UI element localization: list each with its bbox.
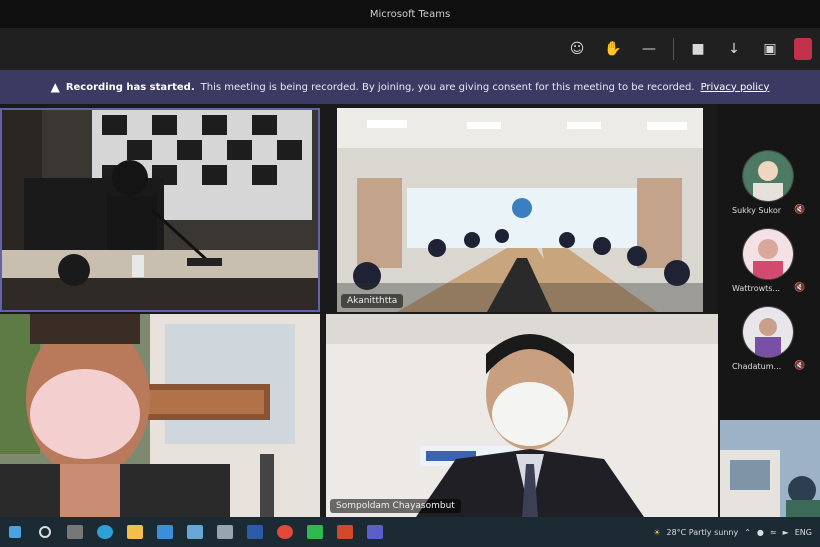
chevron-up-icon[interactable]: ⌃ <box>744 528 751 537</box>
participant-name: Sukky Sukor <box>732 206 782 215</box>
video-tile-masked-man[interactable] <box>0 314 320 517</box>
participant-name-tag: Akanitthtta <box>341 294 404 308</box>
meeting-toolbar: ☺ ✋ — ■ ↓ ▣ <box>0 28 820 70</box>
camera-icon[interactable]: ■ <box>680 34 716 64</box>
mail-icon[interactable] <box>150 517 180 547</box>
powerpoint-icon[interactable] <box>330 517 360 547</box>
task-view-icon[interactable] <box>60 517 90 547</box>
mic-off-icon[interactable]: ↓ <box>716 34 752 64</box>
participant-name: Chadatum... <box>732 362 782 371</box>
system-tray: ☀ 28°C Partly sunny ⌃ ● ≈ ► ENG <box>653 517 812 547</box>
mic-off-icon: 🔇 <box>794 283 806 293</box>
participant-item[interactable]: Wattrowts... 🔇 <box>718 228 820 308</box>
presenter-video <box>326 314 718 517</box>
video-stage: Akanitthtta Sompoldam Chayasombut <box>0 104 820 517</box>
share-icon[interactable]: ▣ <box>752 34 788 64</box>
banner-title: Recording has started. <box>65 81 195 93</box>
avatar <box>742 150 794 202</box>
volume-icon[interactable]: ► <box>783 528 789 537</box>
masked-man-video <box>0 314 320 517</box>
banner-message: This meeting is being recorded. By joini… <box>200 81 695 93</box>
participant-sidebar: Sukky Sukor 🔇 Wattrowts... 🔇 Chadatum...… <box>718 104 820 424</box>
word-icon[interactable] <box>240 517 270 547</box>
toolbar-divider <box>673 38 674 60</box>
start-icon[interactable] <box>0 517 30 547</box>
warning-icon: ▲ <box>50 80 60 94</box>
wifi-icon[interactable]: ≈ <box>770 528 777 537</box>
microphone-icon: ● <box>756 527 764 537</box>
video-tile-conference-room[interactable] <box>0 108 320 312</box>
participant-item[interactable]: Chadatum... 🔇 <box>718 306 820 386</box>
avatar <box>742 228 794 280</box>
app-icon[interactable] <box>210 517 240 547</box>
language-indicator[interactable]: ENG <box>795 528 812 537</box>
participant-name: Wattrowts... <box>732 284 781 293</box>
windows-taskbar: ☀ 28°C Partly sunny ⌃ ● ≈ ► ENG <box>0 517 820 547</box>
chrome-icon[interactable] <box>270 517 300 547</box>
edge-icon[interactable] <box>90 517 120 547</box>
weather-text[interactable]: 28°C Partly sunny <box>666 528 738 537</box>
raise-hand-icon[interactable]: ✋ <box>595 34 631 64</box>
privacy-policy-link[interactable]: Privacy policy <box>701 82 770 93</box>
participant-name-tag: Sompoldam Chayasombut <box>330 499 461 513</box>
teams-icon[interactable] <box>360 517 390 547</box>
window-titlebar: Microsoft Teams <box>0 0 820 28</box>
avatar <box>742 306 794 358</box>
line-icon[interactable] <box>300 517 330 547</box>
self-view-tile[interactable] <box>720 420 820 517</box>
weather-icon: ☀ <box>653 527 661 537</box>
mic-off-icon: 🔇 <box>794 205 806 215</box>
store-icon[interactable] <box>180 517 210 547</box>
window-title: Microsoft Teams <box>369 8 451 20</box>
self-view-video <box>720 420 820 517</box>
meeting-room-video <box>337 108 703 312</box>
recording-banner: ▲ Recording has started. This meeting is… <box>0 70 820 104</box>
participants-icon[interactable]: ☺ <box>559 34 595 64</box>
conference-room-video <box>2 110 318 310</box>
file-explorer-icon[interactable] <box>120 517 150 547</box>
video-tile-meeting-room[interactable]: Akanitthtta <box>337 108 703 312</box>
video-tile-presenter[interactable]: Sompoldam Chayasombut <box>326 314 718 517</box>
more-icon[interactable]: — <box>631 34 667 64</box>
search-icon[interactable] <box>30 517 60 547</box>
participant-item[interactable]: Sukky Sukor 🔇 <box>718 150 820 230</box>
mic-off-icon: 🔇 <box>794 361 806 371</box>
leave-button[interactable] <box>794 38 812 60</box>
